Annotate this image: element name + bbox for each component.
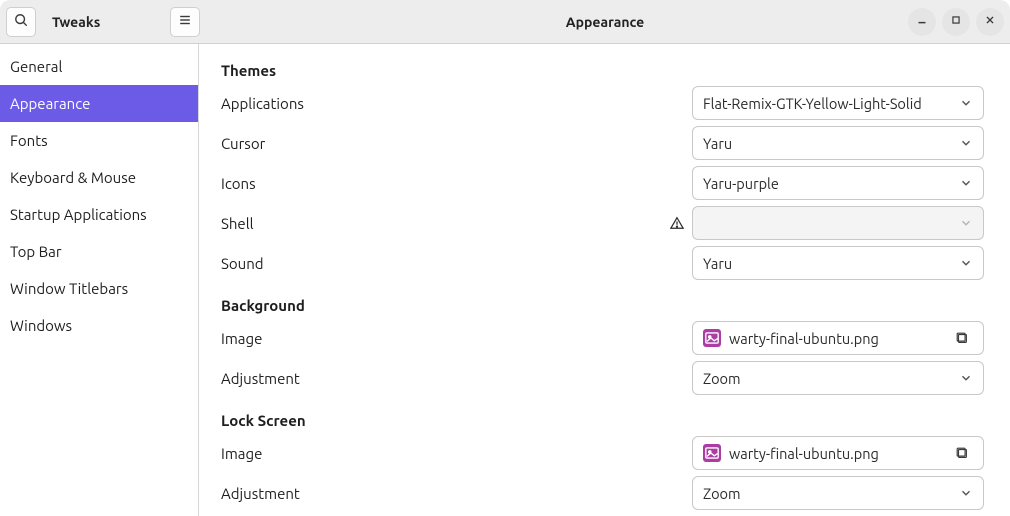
label-sound: Sound <box>221 255 341 272</box>
combo-shell <box>692 206 984 240</box>
minimize-icon <box>915 13 929 30</box>
sidebar-item-general[interactable]: General <box>0 48 198 85</box>
close-button[interactable] <box>976 8 1004 36</box>
warning-icon <box>670 216 684 230</box>
chevron-down-icon <box>959 176 973 190</box>
combo-value: Yaru <box>703 135 953 152</box>
combo-applications[interactable]: Flat-Remix-GTK-Yellow-Light-Solid <box>692 86 984 120</box>
label-bg-image: Image <box>221 330 341 347</box>
image-file-icon <box>703 444 721 462</box>
sidebar-item-label: Window Titlebars <box>10 280 128 297</box>
combo-bg-adjustment[interactable]: Zoom <box>692 361 984 395</box>
label-icons: Icons <box>221 175 341 192</box>
chevron-down-icon <box>959 216 973 230</box>
search-button[interactable] <box>6 7 36 37</box>
label-shell: Shell <box>221 215 341 232</box>
combo-sound[interactable]: Yaru <box>692 246 984 280</box>
combo-value: Yaru <box>703 255 953 272</box>
combo-ls-adjustment[interactable]: Zoom <box>692 476 984 510</box>
sidebar-item-label: Appearance <box>10 95 90 112</box>
combo-value: Yaru-purple <box>703 175 953 192</box>
chevron-down-icon <box>959 136 973 150</box>
label-ls-adjustment: Adjustment <box>221 485 341 502</box>
filechooser-bg-image[interactable]: warty-final-ubuntu.png <box>692 321 984 355</box>
section-title-background: Background <box>221 297 984 314</box>
close-icon <box>983 13 997 30</box>
image-file-icon <box>703 329 721 347</box>
app-title: Tweaks <box>52 14 100 30</box>
sidebar-item-label: Fonts <box>10 132 48 149</box>
sidebar-item-startup-applications[interactable]: Startup Applications <box>0 196 198 233</box>
sidebar-item-appearance[interactable]: Appearance <box>0 85 198 122</box>
hamburger-menu-button[interactable] <box>170 7 200 37</box>
sidebar-item-keyboard-mouse[interactable]: Keyboard & Mouse <box>0 159 198 196</box>
maximize-icon <box>949 13 963 30</box>
sidebar-item-window-titlebars[interactable]: Window Titlebars <box>0 270 198 307</box>
file-name: warty-final-ubuntu.png <box>729 445 951 462</box>
label-ls-image: Image <box>221 445 341 462</box>
section-title-lockscreen: Lock Screen <box>221 412 984 429</box>
label-applications: Applications <box>221 95 341 112</box>
file-open-icon <box>951 327 973 349</box>
panel-title: Appearance <box>200 14 1010 30</box>
headerbar: Tweaks Appearance <box>0 0 1010 44</box>
chevron-down-icon <box>959 96 973 110</box>
sidebar-item-label: Startup Applications <box>10 206 147 223</box>
sidebar-item-label: Windows <box>10 317 72 334</box>
file-open-icon <box>951 442 973 464</box>
minimize-button[interactable] <box>908 8 936 36</box>
combo-value: Zoom <box>703 370 953 387</box>
sidebar-item-label: Top Bar <box>10 243 62 260</box>
combo-icons[interactable]: Yaru-purple <box>692 166 984 200</box>
chevron-down-icon <box>959 371 973 385</box>
hamburger-icon <box>178 13 192 30</box>
label-cursor: Cursor <box>221 135 341 152</box>
sidebar-item-label: General <box>10 58 62 75</box>
filechooser-ls-image[interactable]: warty-final-ubuntu.png <box>692 436 984 470</box>
combo-value: Zoom <box>703 485 953 502</box>
sidebar: General Appearance Fonts Keyboard & Mous… <box>0 44 199 516</box>
main-panel: Themes Applications Flat-Remix-GTK-Yello… <box>199 44 1010 516</box>
combo-value: Flat-Remix-GTK-Yellow-Light-Solid <box>703 95 953 112</box>
sidebar-item-fonts[interactable]: Fonts <box>0 122 198 159</box>
search-icon <box>14 13 28 30</box>
combo-cursor[interactable]: Yaru <box>692 126 984 160</box>
sidebar-item-windows[interactable]: Windows <box>0 307 198 344</box>
section-title-themes: Themes <box>221 62 984 79</box>
file-name: warty-final-ubuntu.png <box>729 330 951 347</box>
maximize-button[interactable] <box>942 8 970 36</box>
chevron-down-icon <box>959 256 973 270</box>
chevron-down-icon <box>959 486 973 500</box>
sidebar-item-label: Keyboard & Mouse <box>10 169 136 186</box>
sidebar-item-top-bar[interactable]: Top Bar <box>0 233 198 270</box>
label-bg-adjustment: Adjustment <box>221 370 341 387</box>
